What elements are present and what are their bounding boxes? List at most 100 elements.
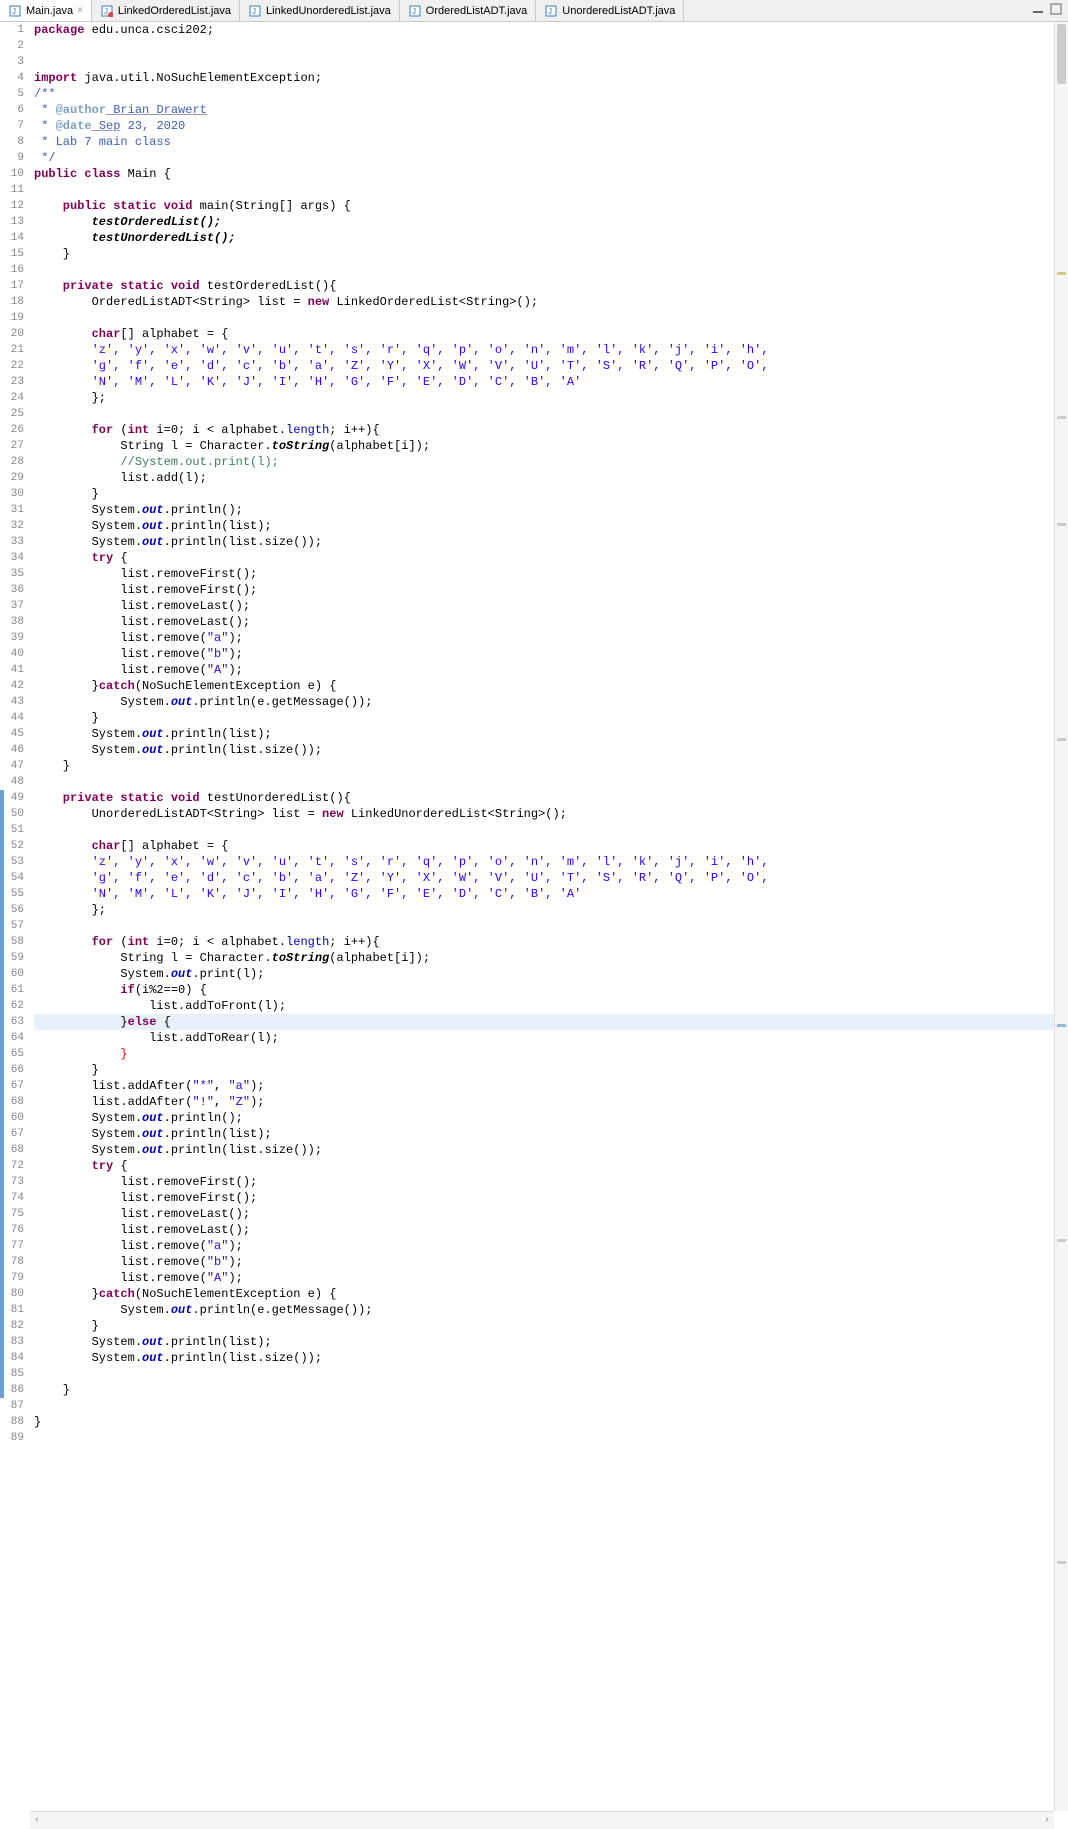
vertical-scrollbar[interactable] xyxy=(1054,22,1068,1811)
tab-bar: J Main.java × J LinkedOrderedList.java J… xyxy=(0,0,1068,22)
code-line: } xyxy=(34,486,1068,502)
line-number: 4 xyxy=(0,70,24,86)
scroll-left-icon[interactable]: ‹ xyxy=(30,1815,44,1826)
code-line: */ xyxy=(34,150,1068,166)
code-line: System.out.println(); xyxy=(34,1110,1068,1126)
code-line: System.out.println(list); xyxy=(34,1334,1068,1350)
svg-text:J: J xyxy=(548,7,552,16)
code-line: } xyxy=(34,1062,1068,1078)
change-marker xyxy=(0,1366,4,1382)
line-number: 83 xyxy=(0,1334,24,1350)
change-marker xyxy=(0,1350,4,1366)
scroll-thumb[interactable] xyxy=(1057,24,1066,84)
code-line: try { xyxy=(34,1158,1068,1174)
tab-label: OrderedListADT.java xyxy=(426,5,528,17)
code-line: String l = Character.toString(alphabet[i… xyxy=(34,438,1068,454)
overview-mark xyxy=(1057,1561,1066,1564)
line-number: 64 xyxy=(0,1030,24,1046)
line-number: 88 xyxy=(0,1414,24,1430)
tab-linkedunorderedlist[interactable]: J LinkedUnorderedList.java xyxy=(240,0,400,21)
code-line: list.removeLast(); xyxy=(34,614,1068,630)
change-marker xyxy=(0,902,4,918)
line-number: 26 xyxy=(0,422,24,438)
line-number: 68 xyxy=(0,1142,24,1158)
line-number: 11 xyxy=(0,182,24,198)
line-number: 58 xyxy=(0,934,24,950)
svg-text:J: J xyxy=(12,7,16,16)
code-line: }; xyxy=(34,390,1068,406)
change-marker xyxy=(0,1174,4,1190)
line-number: 51 xyxy=(0,822,24,838)
code-line: System.out.println(e.getMessage()); xyxy=(34,694,1068,710)
code-line: public static void main(String[] args) { xyxy=(34,198,1068,214)
minimize-icon[interactable] xyxy=(1032,3,1044,18)
code-line: private static void testOrderedList(){ xyxy=(34,278,1068,294)
overview-mark xyxy=(1057,1239,1066,1242)
line-number: 76 xyxy=(0,1222,24,1238)
maximize-icon[interactable] xyxy=(1050,3,1062,18)
line-number: 29 xyxy=(0,470,24,486)
line-number: 17 xyxy=(0,278,24,294)
code-line: list.addToFront(l); xyxy=(34,998,1068,1014)
code-line: package edu.unca.csci202; xyxy=(34,22,1068,38)
tab-linkedorderedlist[interactable]: J LinkedOrderedList.java xyxy=(92,0,240,21)
code-line: if(i%2==0) { xyxy=(34,982,1068,998)
line-number: 22 xyxy=(0,358,24,374)
change-marker xyxy=(0,1110,4,1126)
close-icon[interactable]: × xyxy=(77,5,83,16)
code-line xyxy=(34,310,1068,326)
change-marker xyxy=(0,838,4,854)
code-line xyxy=(34,822,1068,838)
line-number: 72 xyxy=(0,1158,24,1174)
line-number: 62 xyxy=(0,998,24,1014)
tab-main-java[interactable]: J Main.java × xyxy=(0,0,92,21)
change-marker xyxy=(0,1238,4,1254)
code-line xyxy=(34,1398,1068,1414)
code-line: } xyxy=(34,1046,1068,1062)
change-marker xyxy=(0,982,4,998)
tab-orderedlistadt[interactable]: J OrderedListADT.java xyxy=(400,0,537,21)
code-line xyxy=(34,406,1068,422)
line-number: 80 xyxy=(0,1286,24,1302)
code-line: System.out.println(list); xyxy=(34,1126,1068,1142)
line-number: 43 xyxy=(0,694,24,710)
change-marker xyxy=(0,998,4,1014)
change-marker xyxy=(0,1302,4,1318)
change-marker xyxy=(0,870,4,886)
code-line: list.removeFirst(); xyxy=(34,566,1068,582)
line-number: 41 xyxy=(0,662,24,678)
java-file-error-icon: J xyxy=(100,4,114,18)
horizontal-scrollbar[interactable]: ‹ › xyxy=(30,1811,1054,1829)
code-line: 'N', 'M', 'L', 'K', 'J', 'I', 'H', 'G', … xyxy=(34,886,1068,902)
line-number: 24 xyxy=(0,390,24,406)
code-line: list.removeFirst(); xyxy=(34,1174,1068,1190)
java-file-icon: J xyxy=(408,4,422,18)
line-number: 44 xyxy=(0,710,24,726)
line-number: 37 xyxy=(0,598,24,614)
line-number: 50 xyxy=(0,806,24,822)
code-line: /** xyxy=(34,86,1068,102)
line-number: 61 xyxy=(0,982,24,998)
editor: 1234567891011121314151617181920212223242… xyxy=(0,22,1068,1811)
change-marker xyxy=(0,966,4,982)
change-marker xyxy=(0,918,4,934)
java-file-icon: J xyxy=(248,4,262,18)
line-number: 67 xyxy=(0,1126,24,1142)
tab-unorderedlistadt[interactable]: J UnorderedListADT.java xyxy=(536,0,684,21)
code-line: System.out.println(list); xyxy=(34,726,1068,742)
line-number: 1 xyxy=(0,22,24,38)
code-line: private static void testUnorderedList(){ xyxy=(34,790,1068,806)
scroll-right-icon[interactable]: › xyxy=(1040,1815,1054,1826)
code-line: list.remove("A"); xyxy=(34,1270,1068,1286)
code-line: * @date Sep 23, 2020 xyxy=(34,118,1068,134)
code-line: UnorderedListADT<String> list = new Link… xyxy=(34,806,1068,822)
change-marker xyxy=(0,1382,4,1398)
code-line: list.addAfter("*", "a"); xyxy=(34,1078,1068,1094)
change-marker xyxy=(0,822,4,838)
code-area[interactable]: package edu.unca.csci202;import java.uti… xyxy=(30,22,1068,1811)
line-number: 18 xyxy=(0,294,24,310)
change-marker xyxy=(0,1254,4,1270)
line-number: 59 xyxy=(0,950,24,966)
code-line: } xyxy=(34,1414,1068,1430)
code-line: list.removeFirst(); xyxy=(34,582,1068,598)
